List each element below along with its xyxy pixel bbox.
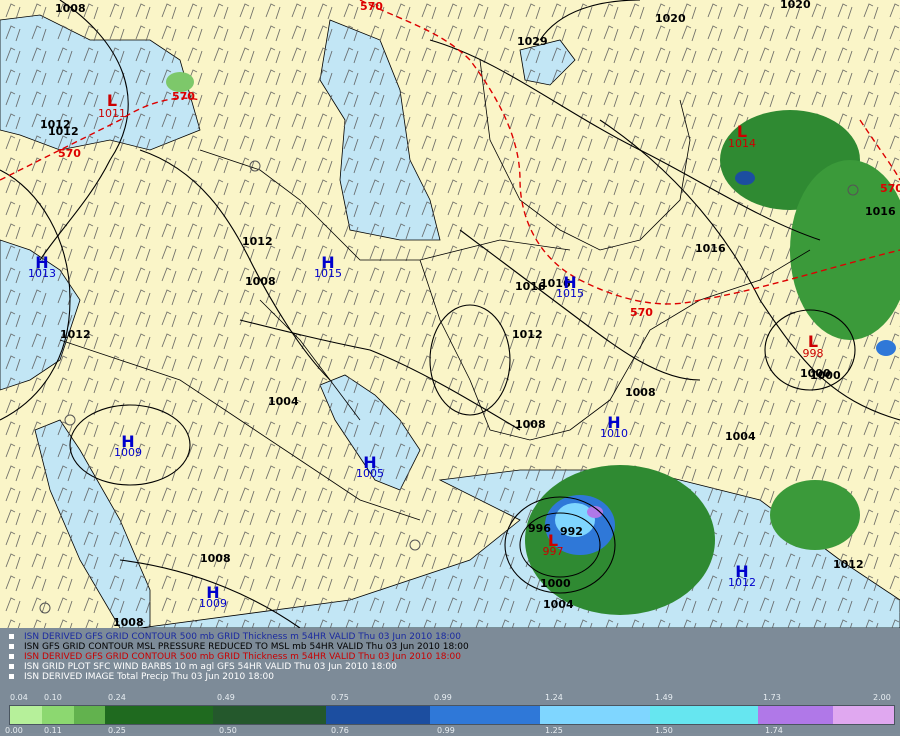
weather-map[interactable]: 1008 1012 1020 1012 1029 1020 1012 1008 … [0, 0, 900, 628]
isobar-label: 1016 [695, 242, 726, 255]
colorbar-tick-label: 0.49 [217, 693, 235, 702]
colorbar-tick-label: 0.11 [44, 726, 62, 735]
colorbar-tick-label: 0.24 [108, 693, 126, 702]
isobar-label: 1020 [655, 12, 686, 25]
precip-colorbar [9, 705, 895, 725]
svg-text:1009: 1009 [114, 446, 142, 459]
svg-text:1009: 1009 [199, 597, 227, 610]
legend-toggle-dot[interactable] [9, 634, 14, 639]
colorbar-tick-label: 0.99 [434, 693, 452, 702]
colorbar-segment [105, 706, 214, 724]
svg-text:1005: 1005 [356, 467, 384, 480]
isobar-label: 1016 [865, 205, 896, 218]
svg-text:1011: 1011 [98, 107, 126, 120]
colorbar-tick-label: 1.24 [545, 693, 563, 702]
colorbar-segment [757, 706, 833, 724]
svg-text:1010: 1010 [600, 427, 628, 440]
thickness-label: 570 [880, 182, 900, 195]
thickness-label: 570 [58, 147, 81, 160]
isobar-label: 1008 [245, 275, 276, 288]
isobar-label: 1004 [543, 598, 574, 611]
isobar-label: 1004 [268, 395, 299, 408]
svg-text:1013: 1013 [28, 267, 56, 280]
legend-line[interactable]: ISN DERIVED IMAGE Total Precip Thu 03 Ju… [8, 672, 888, 682]
isobar-label: 1008 [625, 386, 656, 399]
isobar-label: 1012 [48, 125, 79, 138]
colorbar-segment [649, 706, 758, 724]
colorbar-tick-label: 0.76 [331, 726, 349, 735]
isobar-label: 1012 [512, 328, 543, 341]
colorbar-bottom-labels: 0.00 0.11 0.25 0.50 0.76 0.99 1.25 1.50 … [0, 726, 900, 736]
legend-line[interactable]: ISN GRID PLOT SFC WIND BARBS 10 m agl GF… [8, 662, 888, 672]
colorbar-tick-label: 0.25 [108, 726, 126, 735]
legend-toggle-dot[interactable] [9, 654, 14, 659]
legend-line[interactable]: ISN DERIVED GFS GRID CONTOUR 500 mb GRID… [8, 632, 888, 642]
map-canvas: 1008 1012 1020 1012 1029 1020 1012 1008 … [0, 0, 900, 628]
colorbar-tick-label: 1.73 [763, 693, 781, 702]
colorbar-segment [326, 706, 430, 724]
colorbar-tick-label: 1.74 [765, 726, 783, 735]
legend-toggle-dot[interactable] [9, 664, 14, 669]
colorbar-segment [832, 706, 894, 724]
colorbar-segment [213, 706, 327, 724]
isobar-label: 1000 [540, 577, 571, 590]
isobar-label: 992 [560, 525, 583, 538]
colorbar-segment [41, 706, 74, 724]
colorbar-tick-label: 0.99 [437, 726, 455, 735]
svg-text:1015: 1015 [314, 267, 342, 280]
colorbar-segment [10, 706, 42, 724]
colorbar-tick-label: 1.50 [655, 726, 673, 735]
colorbar-tick-label: 0.04 [10, 693, 28, 702]
colorbar-tick-label: 0.00 [5, 726, 23, 735]
colorbar-tick-label: 2.00 [873, 693, 891, 702]
colorbar-tick-label: 1.49 [655, 693, 673, 702]
isobar-label: 1000 [810, 369, 841, 382]
thickness-label: 570 [630, 306, 653, 319]
isobar-label: 1020 [780, 0, 811, 11]
legend-lines: ISN DERIVED GFS GRID CONTOUR 500 mb GRID… [8, 632, 888, 682]
colorbar-top-labels: 0.04 0.10 0.24 0.49 0.75 0.99 1.24 1.49 … [0, 693, 900, 703]
wind-barb-field [0, 0, 900, 628]
isobar-label: 1012 [833, 558, 864, 571]
colorbar-tick-label: 0.10 [44, 693, 62, 702]
svg-text:997: 997 [543, 545, 564, 558]
isobar-label: 1008 [113, 616, 144, 628]
colorbar-segment [73, 706, 106, 724]
isobar-label: 1029 [517, 35, 548, 48]
legend-toggle-dot[interactable] [9, 674, 14, 679]
thickness-label: 570 [360, 0, 383, 13]
colorbar-segment [540, 706, 650, 724]
legend-line[interactable]: ISN GFS GRID CONTOUR MSL PRESSURE REDUCE… [8, 642, 888, 652]
isobar-label: 1008 [55, 2, 86, 15]
colorbar-segment [429, 706, 541, 724]
svg-text:1014: 1014 [728, 137, 756, 150]
colorbar-tick-label: 1.25 [545, 726, 563, 735]
isobar-label: 1012 [242, 235, 273, 248]
legend-line[interactable]: ISN DERIVED GFS GRID CONTOUR 500 mb GRID… [8, 652, 888, 662]
legend-toggle-dot[interactable] [9, 644, 14, 649]
svg-text:1015: 1015 [556, 287, 584, 300]
isobar-label: 1012 [60, 328, 91, 341]
legend-panel: ISN DERIVED GFS GRID CONTOUR 500 mb GRID… [0, 628, 900, 736]
isobar-label: 1004 [725, 430, 756, 443]
svg-text:998: 998 [803, 347, 824, 360]
isobar-label: 1008 [515, 418, 546, 431]
colorbar-tick-label: 0.75 [331, 693, 349, 702]
isobar-label: 1008 [200, 552, 231, 565]
thickness-label: 570 [172, 90, 195, 103]
colorbar-tick-label: 0.50 [219, 726, 237, 735]
svg-text:1012: 1012 [728, 576, 756, 589]
